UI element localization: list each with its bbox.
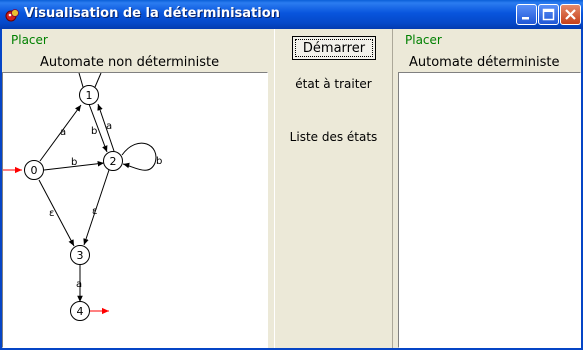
state-node-4[interactable]: 4 xyxy=(70,301,90,321)
edge-1-2: b xyxy=(88,103,108,153)
state-to-process-label: état à traiter xyxy=(295,77,372,91)
edge-1-2-label: b xyxy=(91,126,97,137)
start-button[interactable]: Démarrer xyxy=(292,36,376,60)
left-panel-title: Automate non déterministe xyxy=(40,55,220,70)
window-title: Visualisation de la déterminisation xyxy=(24,6,280,21)
left-placer-link[interactable]: Placer xyxy=(11,33,48,47)
state-node-2-label: 2 xyxy=(110,155,117,168)
edge-2-3: ε xyxy=(83,169,110,246)
edge-2-1: a xyxy=(97,103,115,152)
edge-0-3-label: ε xyxy=(49,208,54,219)
edge-0-1: a xyxy=(39,104,82,162)
edge-2-2: b xyxy=(121,142,162,171)
maximize-icon xyxy=(542,8,555,21)
nondeterministic-automaton-canvas[interactable]: a b ε b a b ε a 1 0 2 3 4 xyxy=(1,72,268,348)
app-icon xyxy=(5,9,19,22)
edge-2-3-label: ε xyxy=(92,206,97,217)
edge-2-2-label: b xyxy=(156,156,162,167)
state-node-0[interactable]: 0 xyxy=(24,160,44,180)
state-node-3[interactable]: 3 xyxy=(70,245,90,265)
close-icon xyxy=(565,9,576,20)
title-bar[interactable]: Visualisation de la déterminisation xyxy=(0,0,583,29)
minimize-icon xyxy=(522,17,529,20)
edge-0-2-label: b xyxy=(71,157,77,168)
right-placer-link[interactable]: Placer xyxy=(405,33,442,47)
state-node-0-label: 0 xyxy=(31,164,38,177)
edge-1-offscreen xyxy=(78,72,102,88)
minimize-button[interactable] xyxy=(516,4,537,25)
edge-0-3: ε xyxy=(38,179,75,247)
maximize-button[interactable] xyxy=(538,4,559,25)
nondeterministic-automaton-graph: a b ε b a b ε a 1 0 2 3 4 xyxy=(1,72,162,321)
start-button-label: Démarrer xyxy=(295,39,373,57)
main-window: Visualisation de la déterminisation Plac… xyxy=(0,0,583,350)
state-node-1-label: 1 xyxy=(86,89,93,102)
edge-3-4-label: a xyxy=(76,279,82,290)
edge-0-1-label: a xyxy=(60,127,66,138)
right-panel-title: Automate déterministe xyxy=(409,55,560,70)
close-button[interactable] xyxy=(560,4,581,25)
control-panel: Démarrer état à traiter Liste des états xyxy=(274,29,393,348)
edge-0-2: b xyxy=(43,157,105,171)
deterministic-automaton-canvas[interactable] xyxy=(398,72,581,348)
edge-3-4: a xyxy=(76,265,83,302)
edge-2-1-label: a xyxy=(106,121,112,132)
state-node-1[interactable]: 1 xyxy=(79,85,99,105)
state-node-2[interactable]: 2 xyxy=(103,151,123,171)
state-node-4-label: 4 xyxy=(77,305,84,318)
state-node-3-label: 3 xyxy=(77,249,84,262)
state-list-label: Liste des états xyxy=(289,130,378,144)
